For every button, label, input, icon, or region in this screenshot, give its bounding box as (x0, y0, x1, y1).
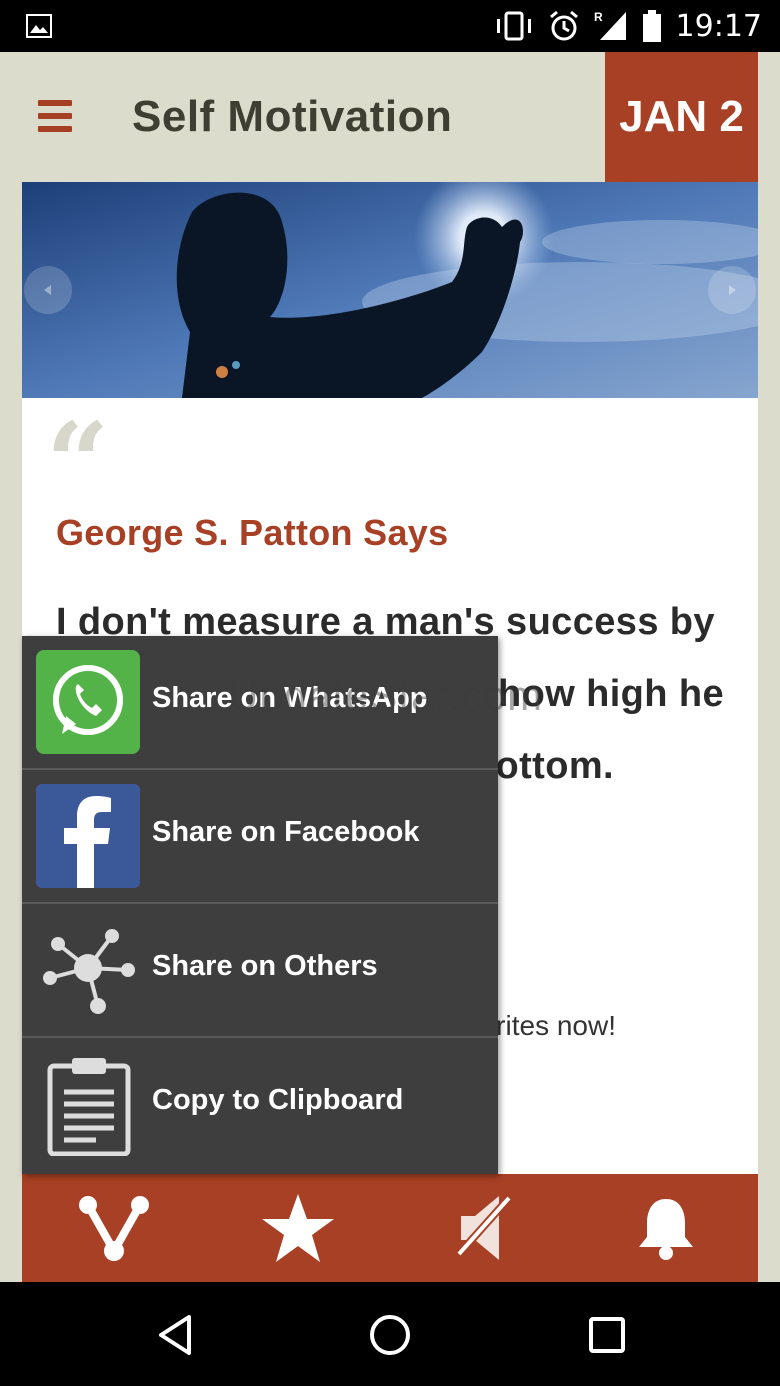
bell-icon (639, 1199, 693, 1260)
favorite-button[interactable] (258, 1188, 338, 1268)
copy-clipboard-label: Copy to Clipboard (152, 1084, 404, 1116)
signal-roaming-icon: R (594, 10, 626, 40)
system-nav-bar (0, 1282, 780, 1386)
image-icon (26, 14, 52, 38)
mute-button[interactable] (442, 1188, 522, 1268)
mute-icon (456, 1195, 512, 1260)
share-others-label: Share on Others (152, 950, 378, 982)
hamburger-menu-icon[interactable] (38, 100, 72, 132)
share-icon (79, 1196, 149, 1261)
app-title: Self Motivation (132, 92, 453, 141)
recents-button[interactable] (582, 1310, 632, 1360)
battery-icon (642, 10, 661, 42)
notification-button[interactable] (626, 1188, 706, 1268)
chevron-left-icon (44, 285, 51, 295)
whatsapp-icon (36, 650, 140, 754)
clock-time: 19:17 (675, 8, 762, 44)
recents-square-icon (589, 1317, 625, 1353)
chevron-right-icon (729, 285, 736, 295)
back-triangle-icon (159, 1315, 191, 1355)
hero-image (22, 182, 758, 398)
app-bar: Self Motivation JAN 2 (0, 52, 780, 182)
quote-author: George S. Patton Says (56, 512, 449, 553)
share-whatsapp-label: Share on WhatsApp (152, 682, 428, 714)
home-button[interactable] (365, 1310, 415, 1360)
date-badge[interactable]: JAN 2 (605, 52, 758, 182)
back-button[interactable] (150, 1310, 200, 1360)
quote-mark-icon: “ (46, 398, 110, 527)
copy-clipboard-item[interactable]: Copy to Clipboard (22, 1038, 498, 1172)
bottom-action-bar (22, 1174, 758, 1282)
clipboard-icon (47, 1058, 131, 1156)
vibrate-icon (496, 11, 531, 41)
share-whatsapp-item[interactable]: Share on WhatsApp (22, 636, 498, 770)
next-image-button[interactable] (708, 266, 756, 314)
previous-image-button[interactable] (24, 266, 72, 314)
share-network-icon (43, 929, 135, 1014)
share-others-item[interactable]: Share on Others (22, 904, 498, 1038)
home-circle-icon (370, 1315, 410, 1355)
share-facebook-label: Share on Facebook (152, 816, 420, 848)
facebook-icon (36, 784, 140, 888)
share-popup-menu: Share on WhatsApp Share on Facebook Shar… (22, 636, 498, 1174)
share-facebook-item[interactable]: Share on Facebook (22, 770, 498, 904)
share-button[interactable] (74, 1188, 154, 1268)
alarm-icon (549, 10, 578, 41)
svg-text:R: R (594, 10, 603, 24)
star-icon (262, 1194, 334, 1262)
status-bar: R 19:17 (0, 0, 780, 52)
